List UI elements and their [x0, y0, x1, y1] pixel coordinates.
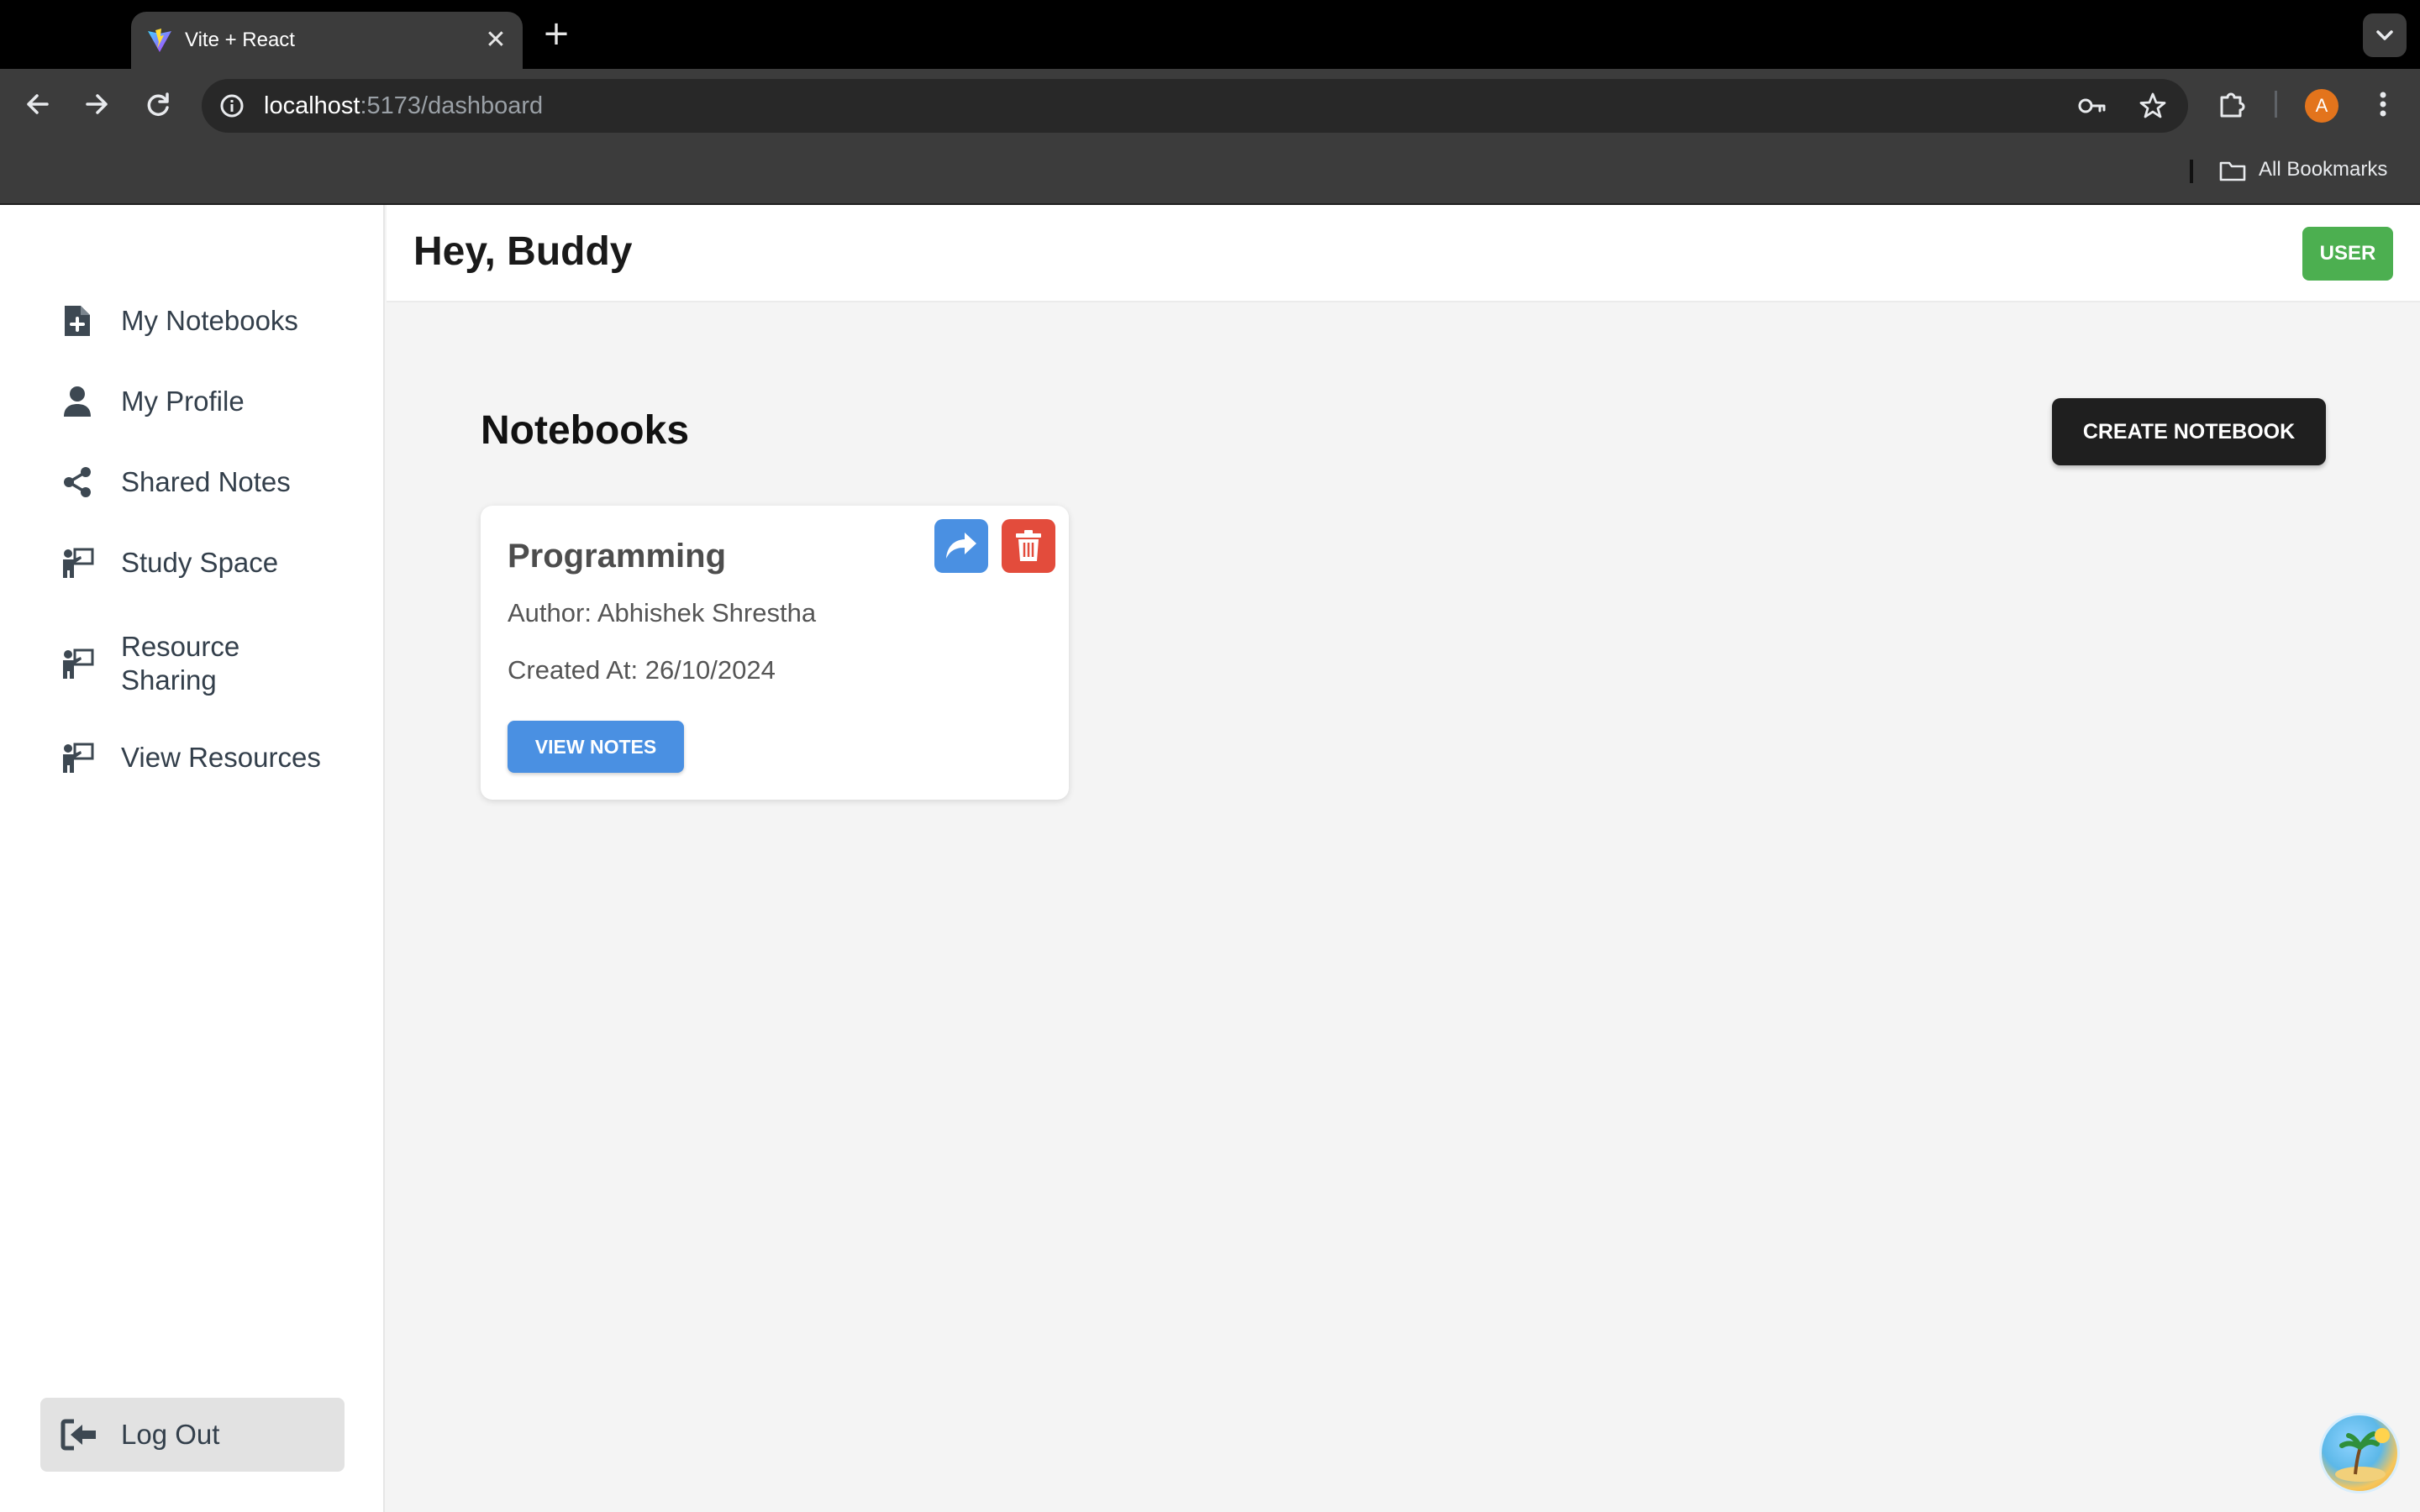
logout-icon [60, 1418, 101, 1452]
kebab-menu-icon[interactable] [2365, 86, 2402, 123]
page-title: Notebooks [481, 408, 690, 453]
teacher-icon [60, 741, 94, 774]
sidebar-item-my-notebooks[interactable]: My Notebooks [60, 304, 298, 338]
teacher-icon [60, 647, 94, 680]
notebook-title: Programming [508, 538, 727, 575]
reload-icon[interactable] [138, 84, 178, 124]
logout-button[interactable]: Log Out [40, 1398, 345, 1472]
tab-close-icon[interactable]: ✕ [481, 25, 511, 55]
notebook-card: Programming Author: Abhishek Shrestha Cr… [481, 506, 1069, 800]
url-text: localhost:5173/dashboard [264, 79, 543, 133]
password-key-icon[interactable] [2075, 89, 2109, 123]
bookmarks-bar: All Bookmarks [0, 136, 2420, 205]
sidebar-item-label: Study Space [121, 547, 279, 578]
delete-button[interactable] [1002, 519, 1055, 573]
profile-avatar[interactable]: A [2305, 89, 2338, 123]
share-arrow-icon [946, 533, 976, 559]
chevron-down-icon [2376, 30, 2393, 40]
tab-title: Vite + React [185, 29, 295, 51]
sidebar-item-label: My Notebooks [121, 305, 298, 336]
logout-label: Log Out [121, 1419, 220, 1450]
top-header: Hey, Buddy USER [387, 205, 2420, 302]
vite-logo-icon [148, 29, 171, 52]
extensions-puzzle-icon[interactable] [2213, 86, 2250, 123]
trash-icon [1016, 530, 1041, 561]
sidebar-item-label: My Profile [121, 386, 245, 417]
sidebar-item-study-space[interactable]: Study Space [60, 546, 278, 580]
url-host: localhost [264, 92, 360, 119]
sidebar-item-label: View Resources [121, 742, 321, 773]
folder-icon [2219, 161, 2246, 181]
toolbar-divider [2275, 91, 2277, 118]
share-button[interactable] [934, 519, 988, 573]
sidebar-item-label: Resource Sharing [121, 631, 240, 696]
sidebar-item-shared-notes[interactable]: Shared Notes [60, 465, 291, 499]
role-badge[interactable]: USER [2302, 227, 2393, 281]
bookmarks-separator [2190, 160, 2193, 183]
notebook-author: Author: Abhishek Shrestha [508, 598, 817, 627]
sidebar-item-view-resources[interactable]: View Resources [60, 741, 321, 774]
teacher-icon [60, 546, 94, 580]
browser-tabstrip: Vite + React ✕ + [0, 0, 2420, 69]
notebook-created-date: Created At: 26/10/2024 [508, 655, 776, 685]
address-bar[interactable]: localhost:5173/dashboard [202, 79, 2188, 133]
sidebar-item-label: Shared Notes [121, 466, 291, 497]
file-plus-icon [60, 304, 94, 338]
new-tab-icon[interactable]: + [538, 17, 575, 54]
site-info-icon[interactable] [215, 89, 249, 123]
view-notes-button[interactable]: VIEW NOTES [508, 721, 684, 773]
sidebar-item-my-profile[interactable]: My Profile [60, 385, 245, 418]
all-bookmarks-label: All Bookmarks [2259, 158, 2388, 181]
palm-island-icon [2335, 1428, 2390, 1482]
browser-toolbar: localhost:5173/dashboard A [0, 69, 2420, 136]
greeting-title: Hey, Buddy [413, 229, 633, 274]
browser-tab[interactable]: Vite + React ✕ [131, 12, 523, 69]
back-arrow-icon[interactable] [17, 84, 57, 124]
share-nodes-icon [60, 465, 94, 499]
floating-assistant-button[interactable] [2319, 1413, 2400, 1494]
user-icon [60, 385, 94, 418]
sidebar: My Notebooks My Profile Shared Notes Stu… [0, 205, 385, 1512]
all-bookmarks-button[interactable]: All Bookmarks [2218, 153, 2387, 186]
url-path: :5173/dashboard [360, 92, 544, 119]
sidebar-item-resource-sharing[interactable]: Resource Sharing [60, 630, 329, 697]
forward-arrow-icon[interactable] [77, 84, 118, 124]
bookmark-star-icon[interactable] [2136, 89, 2170, 123]
tab-search-button[interactable] [2363, 13, 2407, 57]
create-notebook-button[interactable]: CREATE NOTEBOOK [2052, 398, 2326, 465]
